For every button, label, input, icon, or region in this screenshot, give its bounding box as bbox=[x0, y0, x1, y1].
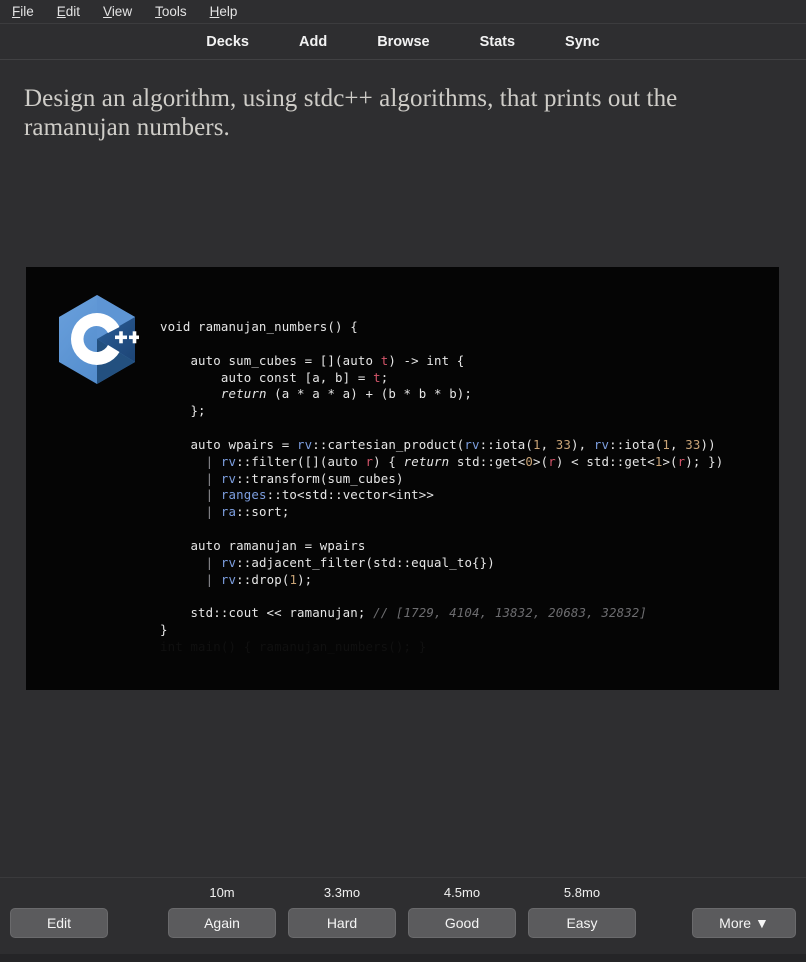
code-line: void ramanujan_numbers() { bbox=[160, 319, 358, 334]
anki-reviewer-window: File Edit View Tools Help Decks Add Brow… bbox=[0, 0, 806, 962]
eta-hard: 3.3mo bbox=[323, 885, 361, 900]
nav-item-browse[interactable]: Browse bbox=[377, 34, 429, 50]
eta-again: 10m bbox=[209, 885, 235, 900]
menu-item-tools[interactable]: Tools bbox=[153, 3, 189, 21]
eta-easy: 5.8mo bbox=[563, 885, 601, 900]
eta-good: 4.5mo bbox=[443, 885, 481, 900]
main-nav-bar: Decks Add Browse Stats Sync bbox=[0, 24, 806, 60]
code-listing: void ramanujan_numbers() { auto sum_cube… bbox=[160, 319, 724, 655]
menu-item-file[interactable]: File bbox=[10, 3, 36, 21]
menu-item-view[interactable]: View bbox=[101, 3, 134, 21]
nav-item-sync[interactable]: Sync bbox=[565, 34, 600, 50]
nav-item-stats[interactable]: Stats bbox=[480, 34, 515, 50]
hard-button[interactable]: Hard bbox=[288, 908, 396, 938]
again-button[interactable]: Again bbox=[168, 908, 276, 938]
edit-button[interactable]: Edit bbox=[10, 908, 108, 938]
more-button[interactable]: More ▼ bbox=[692, 908, 796, 938]
menu-item-help[interactable]: Help bbox=[208, 3, 240, 21]
good-button[interactable]: Good bbox=[408, 908, 516, 938]
nav-item-add[interactable]: Add bbox=[299, 34, 327, 50]
card-question-text: Design an algorithm, using stdc++ algori… bbox=[24, 85, 678, 142]
card-code-image: void ramanujan_numbers() { auto sum_cube… bbox=[26, 267, 779, 690]
cpp-logo bbox=[59, 295, 139, 384]
easy-button[interactable]: Easy bbox=[528, 908, 636, 938]
menu-item-edit[interactable]: Edit bbox=[55, 3, 82, 21]
card-content-area: Design an algorithm, using stdc++ algori… bbox=[0, 60, 806, 877]
content-scrollbar[interactable] bbox=[800, 121, 806, 791]
menu-bar: File Edit View Tools Help bbox=[0, 0, 806, 24]
nav-item-decks[interactable]: Decks bbox=[206, 34, 249, 50]
answer-button-bar: 10m 3.3mo 4.5mo 5.8mo Edit Again Hard Go… bbox=[0, 877, 806, 962]
window-bottom-edge bbox=[0, 954, 806, 962]
